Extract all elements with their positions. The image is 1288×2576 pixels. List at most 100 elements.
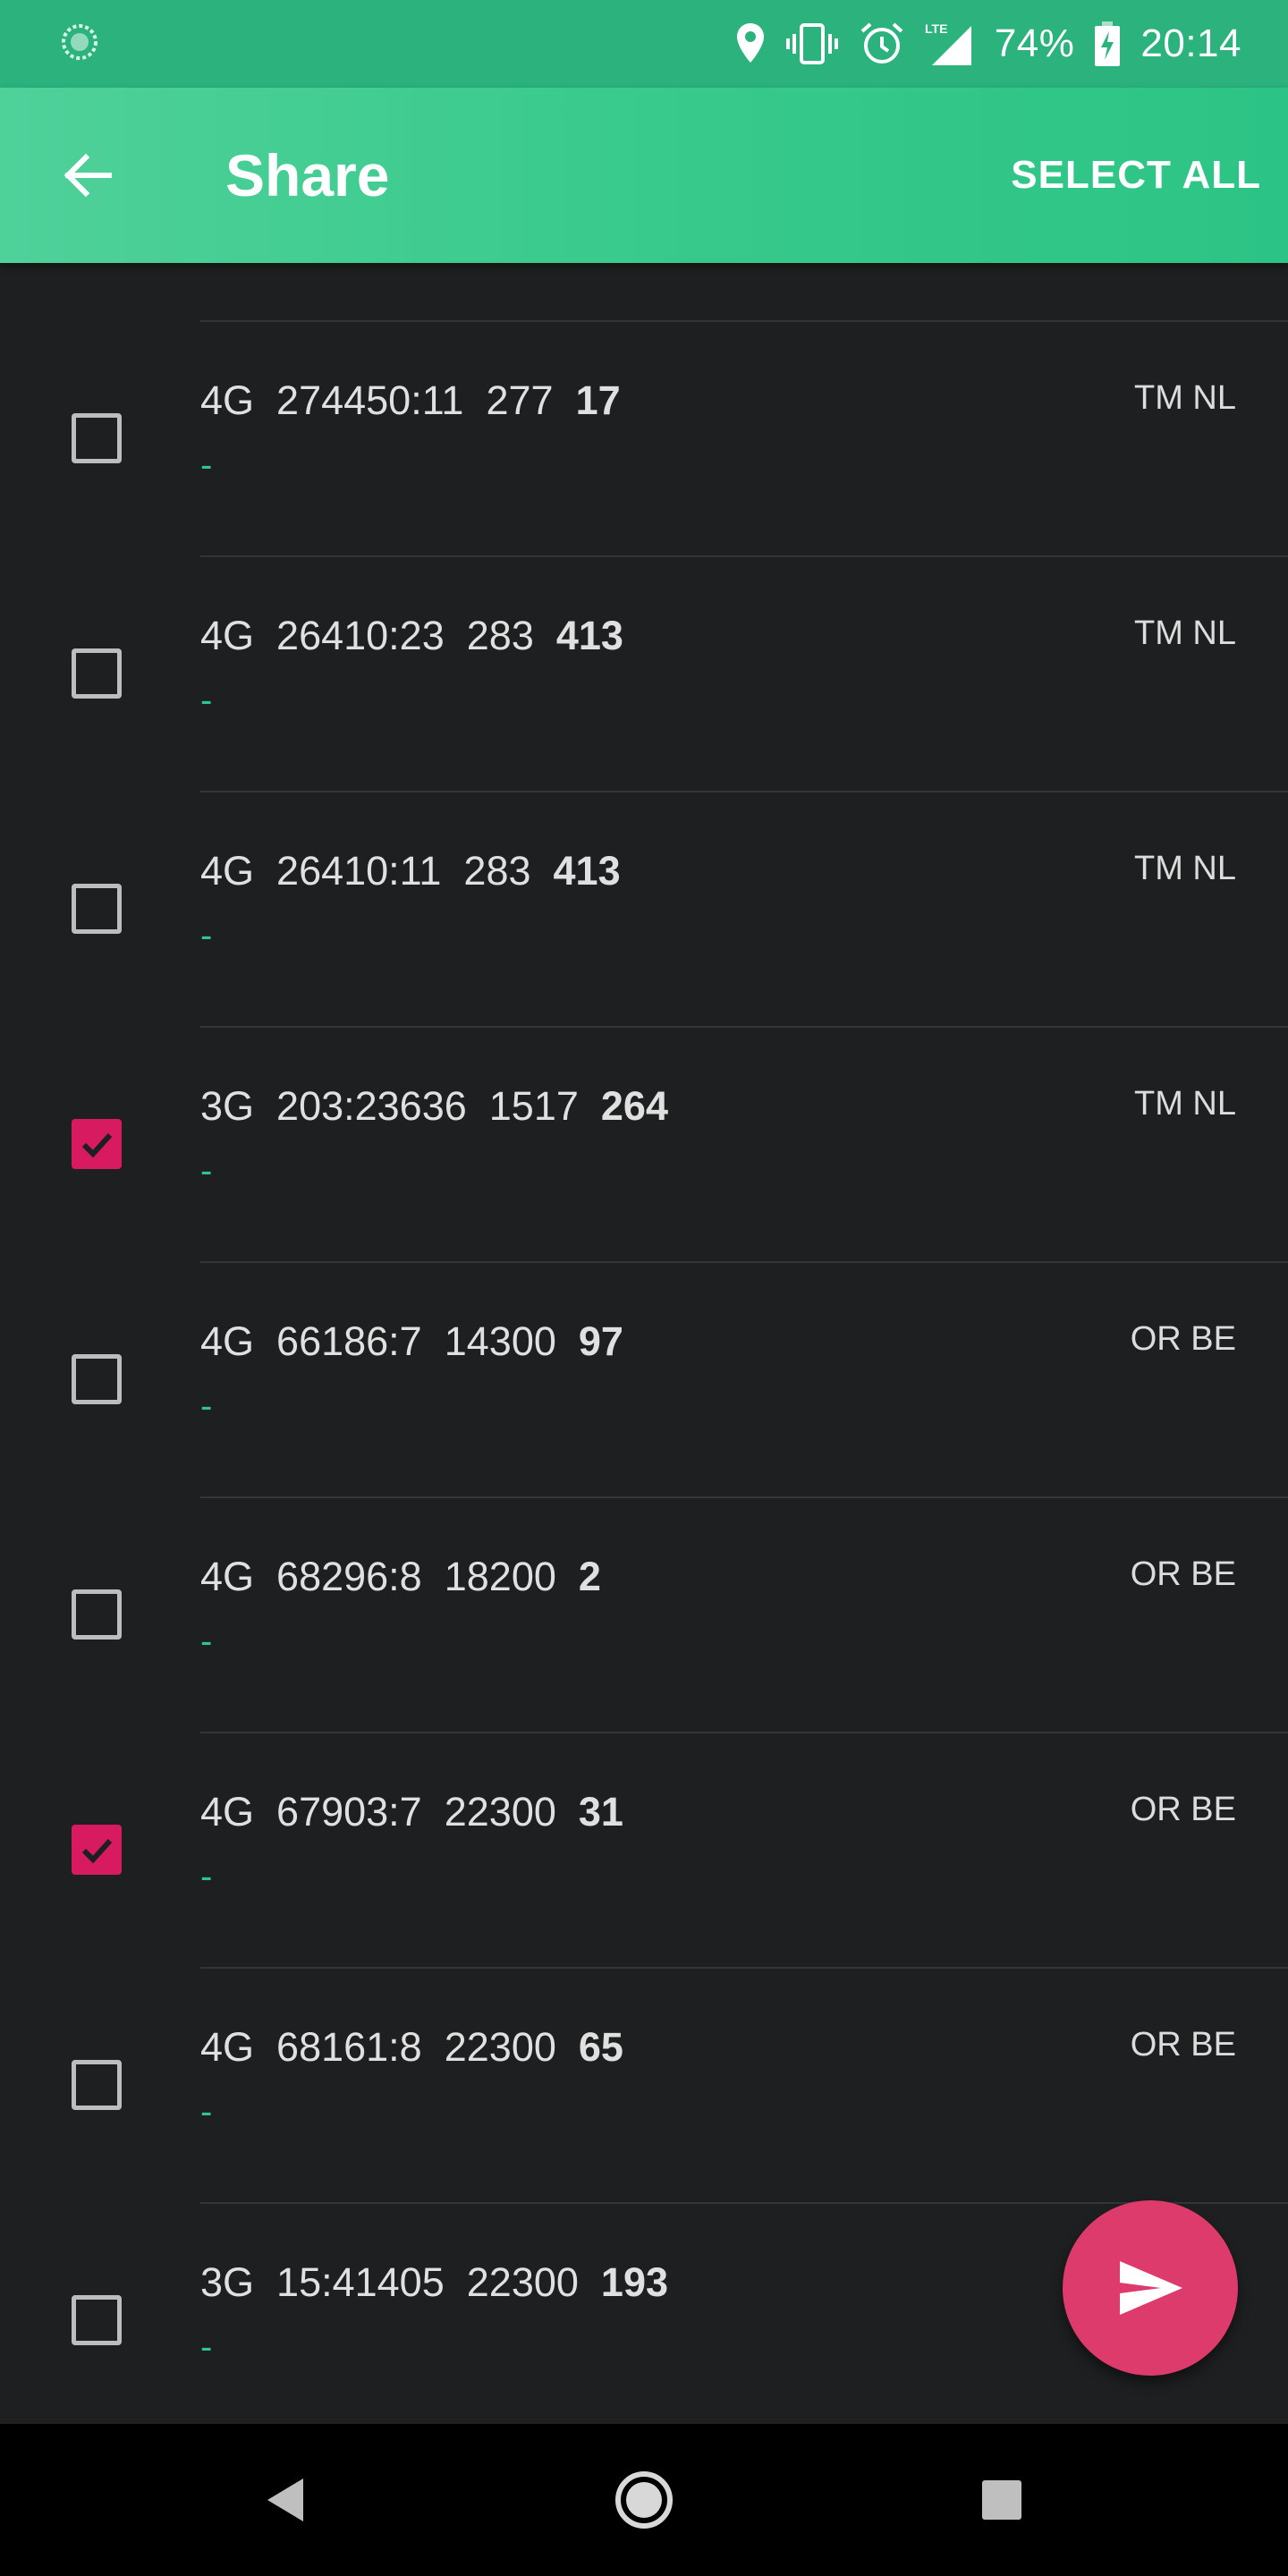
- cell-signal: 2: [578, 1554, 601, 1599]
- operator-label: OR BE: [1130, 2026, 1236, 2063]
- list-item[interactable]: 4G 68296:8 18200 2 - OR BE: [0, 1498, 1288, 1733]
- cell-cell: 66186:7: [276, 1318, 422, 1364]
- nav-home-icon: [615, 2471, 673, 2529]
- cell-code: 283: [463, 848, 531, 894]
- cell-tech: 4G: [200, 1554, 255, 1599]
- operator-label: OR BE: [1130, 1320, 1236, 1358]
- cell-info: 4G 68161:8 22300 65: [200, 2024, 623, 2071]
- checkbox[interactable]: [72, 1354, 122, 1404]
- cell-info: 4G 26410:23 283 413: [200, 613, 623, 659]
- nav-home-button[interactable]: [572, 2424, 716, 2576]
- cell-subtitle: -: [200, 681, 213, 720]
- cell-subtitle: -: [200, 1857, 213, 1896]
- checkbox-checked[interactable]: [72, 1119, 122, 1169]
- cell-tech: 4G: [200, 613, 255, 658]
- send-button[interactable]: [1063, 2200, 1238, 2376]
- list-item[interactable]: 4G 26410:11 283 413 - TM NL: [0, 792, 1288, 1028]
- list-item[interactable]: 3G 203:23636 1517 264 - TM NL: [0, 1028, 1288, 1263]
- check-icon: [81, 1838, 113, 1864]
- cell-info: 4G 26410:11 283 413: [200, 848, 621, 894]
- cell-code: 18200: [444, 1554, 556, 1599]
- cell-signal: 65: [578, 2024, 623, 2070]
- cell-subtitle: -: [200, 1151, 213, 1191]
- status-icons: LTE 74% 20:14: [735, 0, 1241, 88]
- cell-subtitle: -: [200, 445, 213, 485]
- cell-info: 4G 274450:11 277 17: [200, 377, 621, 424]
- app-bar: Share SELECT ALL: [0, 88, 1288, 263]
- cell-code: 283: [466, 613, 534, 658]
- send-icon: [1120, 2261, 1182, 2315]
- page-title: Share: [225, 142, 390, 208]
- nav-back-icon: [267, 2479, 303, 2521]
- cell-tech: 4G: [200, 1789, 255, 1835]
- battery-percent: 74%: [994, 21, 1075, 65]
- cell-info: 4G 67903:7 22300 31: [200, 1789, 623, 1835]
- cell-info: 4G 68296:8 18200 2: [200, 1554, 601, 1600]
- checkbox[interactable]: [72, 2295, 122, 2345]
- select-all-button[interactable]: SELECT ALL: [1011, 88, 1261, 263]
- status-bar: LTE 74% 20:14: [0, 0, 1288, 88]
- checkbox[interactable]: [72, 2060, 122, 2110]
- list-item[interactable]: 4G 68161:8 22300 65 - OR BE: [0, 1969, 1288, 2204]
- system-nav-bar: [0, 2424, 1288, 2576]
- cell-code: 1517: [488, 1083, 579, 1129]
- operator-label: OR BE: [1130, 1555, 1236, 1593]
- cell-signal: 17: [575, 377, 621, 423]
- cell-signal: 413: [555, 613, 623, 658]
- cell-signal-icon: LTE: [925, 21, 971, 65]
- cell-cell: 68161:8: [276, 2024, 422, 2070]
- cell-code: 22300: [466, 2259, 579, 2305]
- alarm-icon: [860, 22, 903, 64]
- checkbox-checked[interactable]: [72, 1825, 122, 1875]
- list-item[interactable]: 4G 274450:11 277 17 - TM NL: [0, 322, 1288, 557]
- cell-code: 22300: [444, 2024, 556, 2070]
- check-icon: [81, 1132, 113, 1158]
- arrow-back-icon: [64, 153, 112, 198]
- cell-signal: 264: [600, 1083, 668, 1129]
- nav-back-button[interactable]: [215, 2424, 358, 2576]
- cell-code: 277: [486, 377, 554, 423]
- clock: 20:14: [1140, 21, 1241, 65]
- cell-subtitle: -: [200, 1386, 213, 1426]
- cell-subtitle: -: [200, 2327, 213, 2367]
- cell-cell: 15:41405: [276, 2259, 445, 2305]
- list-item[interactable]: 4G 67903:7 22300 31 - OR BE: [0, 1733, 1288, 1969]
- cell-cell: 203:23636: [276, 1083, 467, 1129]
- cell-signal: 31: [578, 1789, 623, 1835]
- list-item[interactable]: 4G 66186:7 14300 97 - OR BE: [0, 1263, 1288, 1498]
- checkbox[interactable]: [72, 884, 122, 934]
- nav-recents-icon: [982, 2480, 1021, 2520]
- cell-info: 3G 15:41405 22300 193: [200, 2259, 668, 2306]
- cell-subtitle: -: [200, 2092, 213, 2131]
- cell-tech: 3G: [200, 1083, 255, 1129]
- checkbox[interactable]: [72, 648, 122, 699]
- nav-recents-button[interactable]: [930, 2424, 1073, 2576]
- cell-code: 14300: [444, 1318, 556, 1364]
- list-item[interactable]: 4G 26410:23 283 413 - TM NL: [0, 557, 1288, 792]
- cell-cell: 26410:11: [276, 848, 442, 894]
- cell-tech: 4G: [200, 1318, 255, 1364]
- cell-cell: 26410:23: [276, 613, 445, 658]
- cell-subtitle: -: [200, 1622, 213, 1661]
- svg-text:LTE: LTE: [925, 21, 947, 36]
- cell-code: 22300: [444, 1789, 556, 1835]
- cell-info: 3G 203:23636 1517 264: [200, 1083, 668, 1130]
- cell-signal: 413: [553, 848, 621, 894]
- cell-cell: 68296:8: [276, 1554, 422, 1599]
- cell-cell: 67903:7: [276, 1789, 422, 1835]
- checkbox[interactable]: [72, 1589, 122, 1640]
- cell-subtitle: -: [200, 916, 213, 955]
- checkbox[interactable]: [72, 413, 122, 463]
- operator-label: TM NL: [1134, 850, 1236, 887]
- cell-tech: 4G: [200, 377, 255, 423]
- sync-icon: [62, 24, 97, 60]
- operator-label: TM NL: [1134, 379, 1236, 417]
- back-button[interactable]: [45, 132, 131, 218]
- battery-charging-icon: [1095, 21, 1121, 66]
- vibrate-icon: [785, 23, 838, 64]
- cell-signal: 193: [600, 2259, 669, 2305]
- cell-signal: 97: [578, 1318, 623, 1364]
- cell-cell: 274450:11: [276, 377, 464, 423]
- cell-tech: 4G: [200, 2024, 255, 2070]
- cell-list[interactable]: 4G 274450:11 277 17 - TM NL 4G 26410:23 283…: [0, 263, 1288, 2424]
